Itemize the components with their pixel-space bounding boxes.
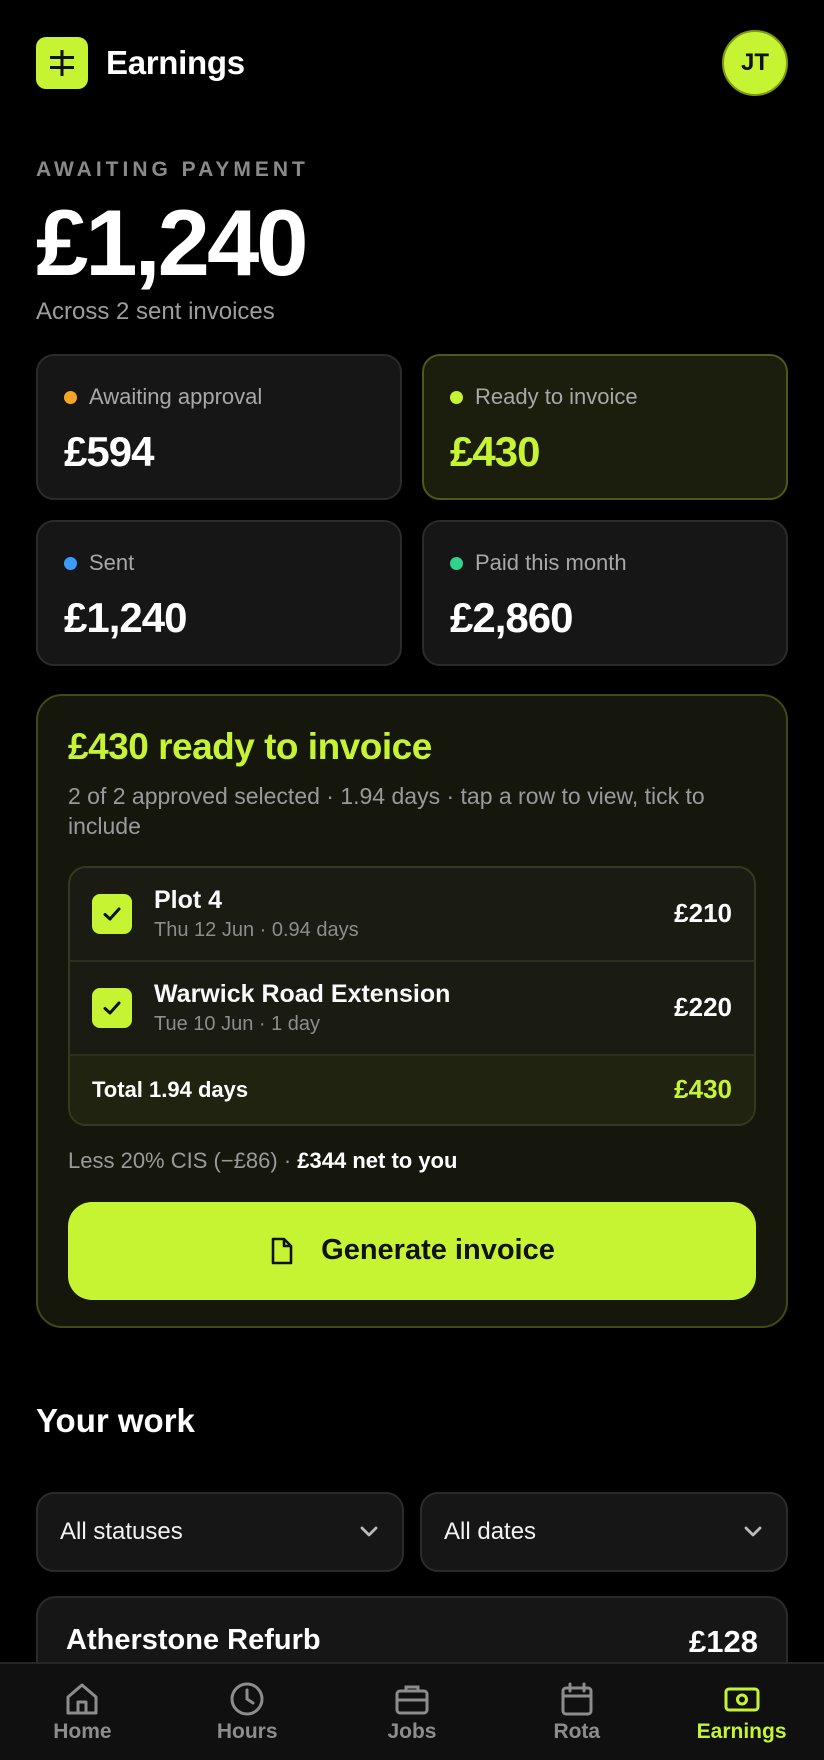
item-meta: Tue 10 Jun · 1 day — [154, 1012, 321, 1035]
chevron-down-icon — [360, 1526, 378, 1537]
tab-home[interactable]: Home — [7, 1680, 157, 1744]
status-dot — [450, 390, 463, 404]
generate-invoice-label: Generate invoice — [321, 1234, 555, 1267]
stat-value: £2,860 — [450, 594, 573, 641]
stat-card-awaiting-approval[interactable]: Awaiting approval £594 — [36, 354, 402, 500]
stat-card-sent[interactable]: Sent £1,240 — [36, 520, 402, 666]
bottom-tab-bar: Home Hours Jobs Rota Earnings — [0, 1662, 824, 1760]
tab-label: Home — [53, 1720, 112, 1743]
avatar[interactable]: JT — [722, 30, 788, 96]
clock-icon — [230, 1682, 264, 1716]
check-icon — [103, 907, 121, 921]
invoice-total-row: Total 1.94 days £430 — [70, 1055, 754, 1124]
page-title: Earnings — [106, 44, 245, 81]
app-header: Earnings JT — [36, 28, 788, 98]
tab-label: Jobs — [387, 1720, 437, 1743]
tab-label: Earnings — [696, 1720, 787, 1743]
stat-label: Sent — [89, 550, 135, 575]
status-dot — [64, 390, 77, 404]
item-amount: £210 — [674, 898, 732, 929]
calendar-icon — [561, 1682, 593, 1716]
tab-label: Hours — [216, 1720, 278, 1743]
briefcase-icon — [395, 1685, 429, 1715]
stat-card-paid-this-month[interactable]: Paid this month £2,860 — [422, 520, 788, 666]
work-filters: All statuses All dates — [36, 1492, 788, 1572]
invoice-item-row[interactable]: Warwick Road Extension Tue 10 Jun · 1 da… — [70, 962, 754, 1056]
split-sign-icon — [36, 37, 88, 89]
stat-value: £594 — [64, 428, 154, 475]
item-name: Warwick Road Extension — [154, 979, 451, 1008]
generate-invoice-button[interactable]: Generate invoice — [68, 1201, 756, 1300]
status-dot — [64, 556, 77, 570]
cis-deduction-text: Less 20% CIS (−£86) · — [68, 1147, 298, 1173]
tab-earnings[interactable]: Earnings — [667, 1680, 817, 1744]
date-filter-select[interactable]: All dates — [420, 1492, 788, 1572]
summary-amount: £1,240 — [36, 190, 309, 295]
brand: Earnings — [36, 37, 245, 89]
tab-jobs[interactable]: Jobs — [337, 1680, 487, 1744]
invoice-item-row[interactable]: Plot 4 Thu 12 Jun · 0.94 days £210 — [70, 868, 754, 962]
stat-label: Awaiting approval — [89, 384, 263, 409]
item-checkbox[interactable] — [92, 893, 132, 934]
banknote-icon — [724, 1687, 760, 1712]
item-amount: £220 — [674, 992, 732, 1023]
stat-value: £1,240 — [64, 594, 187, 641]
item-name: Plot 4 — [154, 885, 223, 914]
tab-label: Rota — [553, 1720, 601, 1743]
cis-note: Less 20% CIS (−£86) · £344 net to you — [68, 1148, 756, 1174]
ready-to-invoice-card: £430 ready to invoice 2 of 2 approved se… — [36, 694, 788, 1328]
your-work-heading: Your work — [36, 1402, 195, 1439]
stat-grid: Awaiting approval £594 Ready to invoice … — [36, 354, 788, 666]
status-filter-value: All statuses — [60, 1518, 183, 1545]
stat-card-ready-to-invoice[interactable]: Ready to invoice £430 — [422, 354, 788, 500]
tab-rota[interactable]: Rota — [502, 1680, 652, 1744]
invoice-card-title: £430 ready to invoice — [68, 726, 432, 767]
total-amount: £430 — [674, 1074, 732, 1105]
summary-subtitle: Across 2 sent invoices — [36, 298, 275, 325]
chevron-down-icon — [744, 1526, 762, 1537]
home-icon — [66, 1683, 98, 1715]
check-icon — [103, 1001, 121, 1015]
stat-label: Ready to invoice — [475, 384, 638, 409]
item-meta: Thu 12 Jun · 0.94 days — [154, 918, 359, 941]
status-dot — [450, 556, 463, 570]
stat-value: £430 — [450, 428, 540, 475]
summary-label: AWAITING PAYMENT — [36, 158, 309, 181]
awaiting-payment-summary: AWAITING PAYMENT £1,240 Across 2 sent in… — [36, 158, 309, 326]
stat-label: Paid this month — [475, 550, 627, 575]
invoice-item-list: Plot 4 Thu 12 Jun · 0.94 days £210 Warwi… — [68, 865, 756, 1126]
total-label: Total 1.94 days — [92, 1076, 249, 1102]
cis-net-amount: £344 net to you — [297, 1147, 458, 1173]
invoice-card-subtitle: 2 of 2 approved selected · 1.94 days · t… — [68, 783, 705, 839]
document-icon — [271, 1237, 293, 1265]
tab-hours[interactable]: Hours — [172, 1680, 322, 1744]
status-filter-select[interactable]: All statuses — [36, 1492, 404, 1572]
date-filter-value: All dates — [444, 1518, 537, 1545]
item-checkbox[interactable] — [92, 987, 132, 1028]
